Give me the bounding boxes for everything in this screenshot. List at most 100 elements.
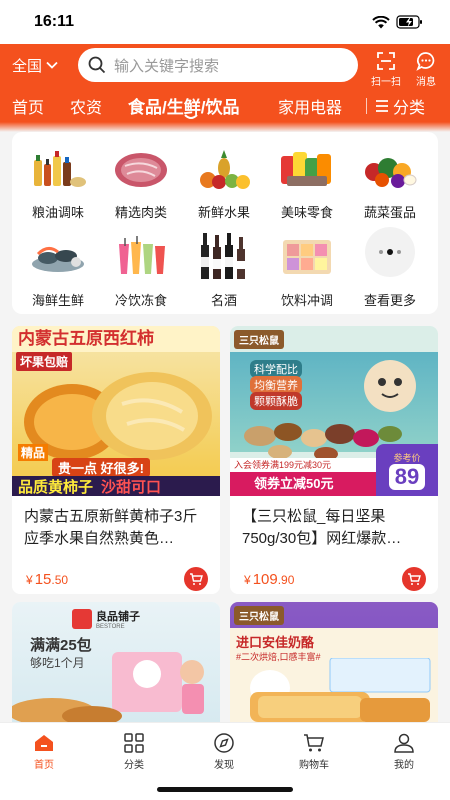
region-label: 全国 xyxy=(12,57,43,75)
vegetable-icon xyxy=(360,144,420,192)
grid-item-label: 精选肉类 xyxy=(114,205,167,220)
cart-icon xyxy=(190,573,203,585)
category-more-button[interactable]: 分类 xyxy=(366,94,425,118)
product-card[interactable]: 三只松鼠 进口安佳奶酪 #二次烘焙,口感丰富# xyxy=(230,602,438,722)
grid-item-fruit[interactable]: 新鲜水果 xyxy=(186,144,262,221)
home-icon xyxy=(35,735,53,751)
tab-bar-home[interactable]: 首页 xyxy=(14,733,74,771)
reference-price-label: 参考价 xyxy=(393,452,421,463)
grid-item-view-more[interactable]: 查看更多 xyxy=(352,227,428,309)
meat-icon xyxy=(111,144,171,192)
scan-label: 扫一扫 xyxy=(371,77,401,88)
grid-item-label: 冷饮冻食 xyxy=(114,293,167,308)
header-fade xyxy=(0,122,450,132)
brand-logo: 三只松鼠 xyxy=(234,330,284,349)
user-icon xyxy=(394,733,414,753)
chevron-down-icon xyxy=(46,61,58,69)
grid-item-meat[interactable]: 精选肉类 xyxy=(103,144,179,221)
brand-logo: 良品铺子 BESTORE xyxy=(72,608,140,630)
tab-agri-supplies[interactable]: 农资 xyxy=(70,94,102,118)
grid-item-seafood[interactable]: 海鲜生鲜 xyxy=(20,232,96,309)
tag: 精品 xyxy=(18,444,49,461)
grid-item-label: 粮油调味 xyxy=(31,205,84,220)
cart-icon xyxy=(304,734,324,752)
product-image: 良品铺子 BESTORE 满满25包 够吃1个月 xyxy=(12,602,220,722)
product-price: ¥109.90 xyxy=(244,570,295,588)
grid-item-grain-oil[interactable]: 粮油调味 xyxy=(20,144,96,221)
menu-lines-icon xyxy=(376,100,388,112)
bottom-strip: 品质黄柿子 沙甜可口 xyxy=(12,476,220,496)
grid-item-label: 美味零食 xyxy=(280,205,333,220)
grid-item-label: 蔬菜蛋品 xyxy=(363,205,416,220)
price-row: ¥15.50 xyxy=(12,567,220,591)
tab-bar-discover[interactable]: 发现 xyxy=(194,733,254,771)
brand-en: BESTORE xyxy=(96,624,125,630)
message-label: 消息 xyxy=(416,77,436,88)
banner-title: 内蒙古五原西红柿 xyxy=(12,326,220,352)
slogan: 贵一点 好很多! xyxy=(52,458,150,477)
tab-home[interactable]: 首页 xyxy=(12,94,44,118)
tab-bar-category[interactable]: 分类 xyxy=(104,733,164,771)
grid-item-label: 海鲜生鲜 xyxy=(31,293,84,308)
grid-item-vegetable[interactable]: 蔬菜蛋品 xyxy=(352,144,428,221)
active-tab-indicator xyxy=(184,114,198,119)
brand-logo: 三只松鼠 xyxy=(234,606,284,625)
scan-button[interactable]: 扫一扫 xyxy=(366,51,406,88)
search-row: 全国 输入关键字搜索 扫一扫 消息 xyxy=(0,48,450,88)
more-dots-icon xyxy=(360,227,420,277)
cold-drink-icon xyxy=(111,232,171,280)
home-indicator xyxy=(157,787,293,792)
search-input[interactable]: 输入关键字搜索 xyxy=(78,48,358,82)
tab-bar-label: 我的 xyxy=(394,760,414,771)
add-to-cart-button[interactable] xyxy=(402,567,426,591)
grid-item-label: 饮料冲调 xyxy=(280,293,333,308)
category-grid: 粮油调味 精选肉类 新鲜水果 美味零食 蔬菜蛋品 海鲜生鲜 冷饮冻食 名酒 饮料… xyxy=(12,132,438,314)
tab-bar-profile[interactable]: 我的 xyxy=(374,733,434,771)
bottom-text-a: 品质黄柿子 xyxy=(18,478,94,496)
header: 全国 输入关键字搜索 扫一扫 消息 首页 农资 食品/生鲜/饮品 家用电器 分类 xyxy=(0,44,450,122)
grid-item-label: 查看更多 xyxy=(363,293,416,308)
tab-bar-label: 购物车 xyxy=(299,760,329,771)
scan-icon xyxy=(377,52,395,70)
grid-icon xyxy=(124,733,144,753)
product-image: 内蒙古五原西红柿 坏果包赔 精品 贵一点 好很多! 品质黄柿子 沙甜可口 xyxy=(12,326,220,496)
category-more-label: 分类 xyxy=(393,100,426,117)
grid-item-beverage[interactable]: 饮料冲调 xyxy=(269,232,345,309)
tab-bar-label: 分类 xyxy=(124,760,144,771)
message-button[interactable]: 消息 xyxy=(406,51,446,88)
product-card[interactable]: 三只松鼠 科学配比 均衡营养 颗颗酥脆 入会领券满199元减30元 领券立减50… xyxy=(230,326,438,594)
grid-item-label: 名酒 xyxy=(210,293,237,308)
beverage-icon xyxy=(277,232,337,280)
add-to-cart-button[interactable] xyxy=(184,567,208,591)
price-row: ¥109.90 xyxy=(230,567,438,591)
bottom-tab-bar: 首页 分类 发现 购物车 我的 xyxy=(0,722,450,800)
tab-bar-cart[interactable]: 购物车 xyxy=(284,733,344,771)
bottom-text-b: 沙甜可口 xyxy=(101,478,162,496)
product-card[interactable]: 良品铺子 BESTORE 满满25包 够吃1个月 xyxy=(12,602,220,722)
promo-sub: 入会领券满199元减30元 xyxy=(230,458,380,472)
tab-home-appliances[interactable]: 家用电器 xyxy=(278,94,342,118)
status-icons xyxy=(372,15,424,29)
grid-item-wine[interactable]: 名酒 xyxy=(186,232,262,309)
tab-bar-label: 发现 xyxy=(214,760,234,771)
product-image: 三只松鼠 进口安佳奶酪 #二次烘焙,口感丰富# xyxy=(230,602,438,722)
fruit-icon xyxy=(194,144,254,192)
tab-bar-label: 首页 xyxy=(34,760,54,771)
wine-icon xyxy=(194,232,254,280)
grid-item-cold-drink[interactable]: 冷饮冻食 xyxy=(103,232,179,309)
product-title: 内蒙古五原新鲜黄柿子3斤应季水果自然熟黄色… xyxy=(24,508,198,547)
reference-price-tag: 参考价 89 xyxy=(376,444,438,496)
grid-item-snack[interactable]: 美味零食 xyxy=(269,144,345,221)
divider xyxy=(366,98,367,114)
reference-price-value: 89 xyxy=(388,463,426,490)
wifi-icon xyxy=(372,15,390,28)
search-icon xyxy=(88,56,106,74)
search-placeholder: 输入关键字搜索 xyxy=(114,57,220,75)
grain-oil-icon xyxy=(28,144,88,192)
product-card[interactable]: 内蒙古五原西红柿 坏果包赔 精品 贵一点 好很多! 品质黄柿子 沙甜可口 内蒙古… xyxy=(12,326,220,594)
product-title: 【三只松鼠_每日坚果750g/30包】网红爆款… xyxy=(242,508,402,547)
grid-item-label: 新鲜水果 xyxy=(197,205,250,220)
message-icon xyxy=(416,52,435,71)
region-selector[interactable]: 全国 xyxy=(12,55,74,76)
bread-image xyxy=(250,658,431,722)
